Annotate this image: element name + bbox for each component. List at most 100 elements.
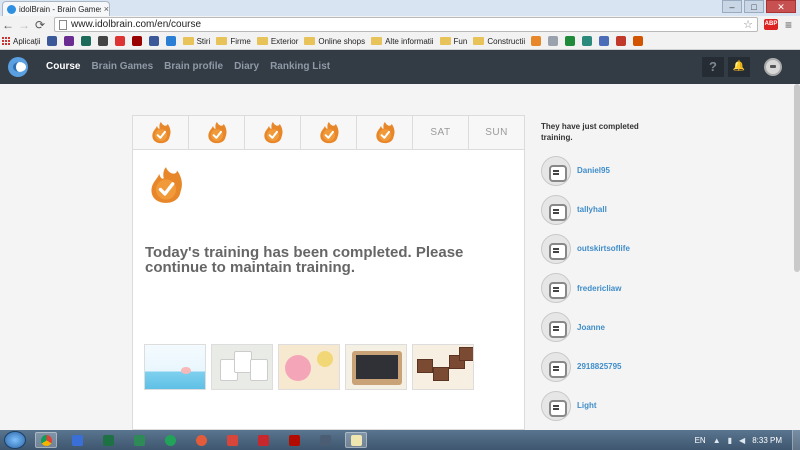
user-name-link[interactable]: 2918825795 — [577, 362, 622, 371]
adblock-extension-icon[interactable]: ABP — [764, 19, 778, 30]
start-button[interactable] — [4, 431, 26, 449]
chrome-menu-icon[interactable]: ≡ — [785, 18, 792, 32]
browser-tab[interactable]: idolBrain - Brain Games & × — [2, 1, 110, 16]
bookmark-star-icon[interactable]: ☆ — [743, 18, 753, 31]
list-item[interactable]: Daniel95 — [541, 151, 630, 190]
bookmark-favicon-icon[interactable] — [548, 36, 559, 46]
list-item[interactable]: tallyhall — [541, 190, 630, 229]
bookmark-favicon-icon[interactable] — [46, 36, 57, 46]
bookmark-favicon-icon[interactable] — [114, 36, 125, 46]
taskbar-app[interactable] — [66, 432, 88, 448]
taskbar-app[interactable] — [252, 432, 274, 448]
bookmark-apps[interactable]: Aplicații — [2, 37, 41, 46]
url-text[interactable]: www.idolbrain.com/en/course — [71, 19, 743, 30]
avatar-icon[interactable] — [541, 312, 571, 343]
bookmark-folder-firme[interactable]: Firme — [216, 37, 251, 46]
help-icon[interactable]: ? — [702, 57, 724, 77]
avatar-icon[interactable] — [541, 194, 571, 225]
bell-icon[interactable]: 🔔 — [728, 57, 750, 77]
volume-icon[interactable]: ◀ — [739, 436, 745, 445]
bookmark-favicon-icon[interactable] — [633, 36, 644, 46]
taskbar-app[interactable] — [314, 432, 336, 448]
bookmark-favicon-icon[interactable] — [80, 36, 91, 46]
user-name-link[interactable]: outskirtsoflife — [577, 244, 630, 253]
nav-course[interactable]: Course — [46, 61, 80, 72]
maximize-button[interactable]: □ — [744, 0, 764, 13]
game-thumbnail[interactable] — [345, 344, 407, 390]
bookmark-favicon-icon[interactable] — [531, 36, 542, 46]
bookmark-favicon-icon[interactable] — [565, 36, 576, 46]
list-item[interactable]: Light — [541, 386, 630, 425]
folder-icon — [439, 37, 451, 45]
bookmark-favicon-icon[interactable] — [599, 36, 610, 46]
avatar-icon[interactable] — [541, 233, 571, 264]
taskbar-app[interactable] — [345, 432, 367, 448]
day-label: SUN — [485, 127, 508, 138]
chrome-icon — [40, 434, 52, 446]
game-thumbnail[interactable] — [412, 344, 474, 390]
taskbar-chrome[interactable] — [35, 432, 57, 448]
list-item[interactable]: fredericliaw — [541, 269, 630, 308]
taskbar-app[interactable] — [221, 432, 243, 448]
bookmark-favicon-icon[interactable] — [582, 36, 593, 46]
day-completed — [133, 116, 189, 149]
bookmark-label: Alte informatii — [385, 36, 434, 46]
list-item[interactable]: outskirtsoflife — [541, 229, 630, 268]
taskbar-app[interactable] — [190, 432, 212, 448]
list-item[interactable]: 2918825795 — [541, 347, 630, 386]
bookmark-folder-fun[interactable]: Fun — [439, 37, 467, 46]
game-thumbnail[interactable] — [144, 344, 206, 390]
user-name-link[interactable]: Daniel95 — [577, 166, 610, 175]
bookmark-favicon-icon[interactable] — [97, 36, 108, 46]
address-bar[interactable]: www.idolbrain.com/en/course ☆ — [54, 17, 758, 32]
close-window-button[interactable]: ✕ — [766, 0, 796, 13]
bookmark-folder-alte-informatii[interactable]: Alte informatii — [371, 36, 434, 46]
show-desktop-button[interactable] — [792, 430, 800, 450]
avatar-icon[interactable] — [541, 155, 571, 186]
game-thumbnail[interactable] — [278, 344, 340, 390]
user-name-link[interactable]: Joanne — [577, 323, 605, 332]
tab-title: idolBrain - Brain Games & — [19, 4, 101, 14]
pdf-icon — [288, 434, 300, 446]
taskbar-app[interactable] — [97, 432, 119, 448]
nav-brain-profile[interactable]: Brain profile — [164, 61, 223, 72]
bookmark-favicon-icon[interactable] — [616, 36, 627, 46]
back-button[interactable]: ← — [0, 18, 16, 32]
list-item[interactable]: Joanne — [541, 308, 630, 347]
idolbrain-logo-icon[interactable] — [8, 57, 28, 77]
reload-button[interactable]: ⟳ — [32, 18, 48, 32]
game-thumbnail[interactable] — [211, 344, 273, 390]
page-scrollbar[interactable] — [794, 84, 800, 272]
user-name-link[interactable]: Light — [577, 401, 597, 410]
bookmark-folder-exterior[interactable]: Exterior — [256, 37, 298, 46]
user-name-link[interactable]: tallyhall — [577, 205, 607, 214]
language-indicator[interactable]: EN — [695, 436, 706, 445]
bookmark-folder-online-shops[interactable]: Online shops — [304, 37, 365, 46]
taskbar-app[interactable] — [128, 432, 150, 448]
minimize-button[interactable]: – — [722, 0, 742, 13]
bookmark-label: Online shops — [318, 36, 366, 46]
bookmark-favicon-icon[interactable] — [148, 36, 159, 46]
bookmark-favicon-icon[interactable] — [165, 36, 176, 46]
forward-button[interactable]: → — [16, 18, 32, 32]
user-avatar-icon[interactable] — [764, 58, 782, 76]
tray-arrow-icon[interactable]: ▲ — [713, 436, 721, 445]
tab-close-icon[interactable]: × — [104, 4, 109, 14]
network-icon[interactable]: ▮ — [728, 436, 732, 445]
user-name-link[interactable]: fredericliaw — [577, 284, 621, 293]
avatar-icon[interactable] — [541, 390, 571, 421]
bookmark-folder-stiri[interactable]: Stiri — [182, 37, 210, 46]
app-icon — [164, 434, 176, 446]
nav-brain-games[interactable]: Brain Games — [91, 61, 153, 72]
bookmark-favicon-icon[interactable] — [131, 36, 142, 46]
taskbar-app[interactable] — [283, 432, 305, 448]
nav-diary[interactable]: Diary — [234, 61, 259, 72]
nav-ranking-list[interactable]: Ranking List — [270, 61, 330, 72]
avatar-icon[interactable] — [541, 273, 571, 304]
bookmark-folder-constructii[interactable]: Constructii — [473, 37, 525, 46]
folder-icon — [304, 37, 316, 45]
taskbar-app[interactable] — [159, 432, 181, 448]
bookmark-favicon-icon[interactable] — [63, 36, 74, 46]
avatar-icon[interactable] — [541, 351, 571, 382]
clock[interactable]: 8:33 PM — [752, 436, 782, 445]
